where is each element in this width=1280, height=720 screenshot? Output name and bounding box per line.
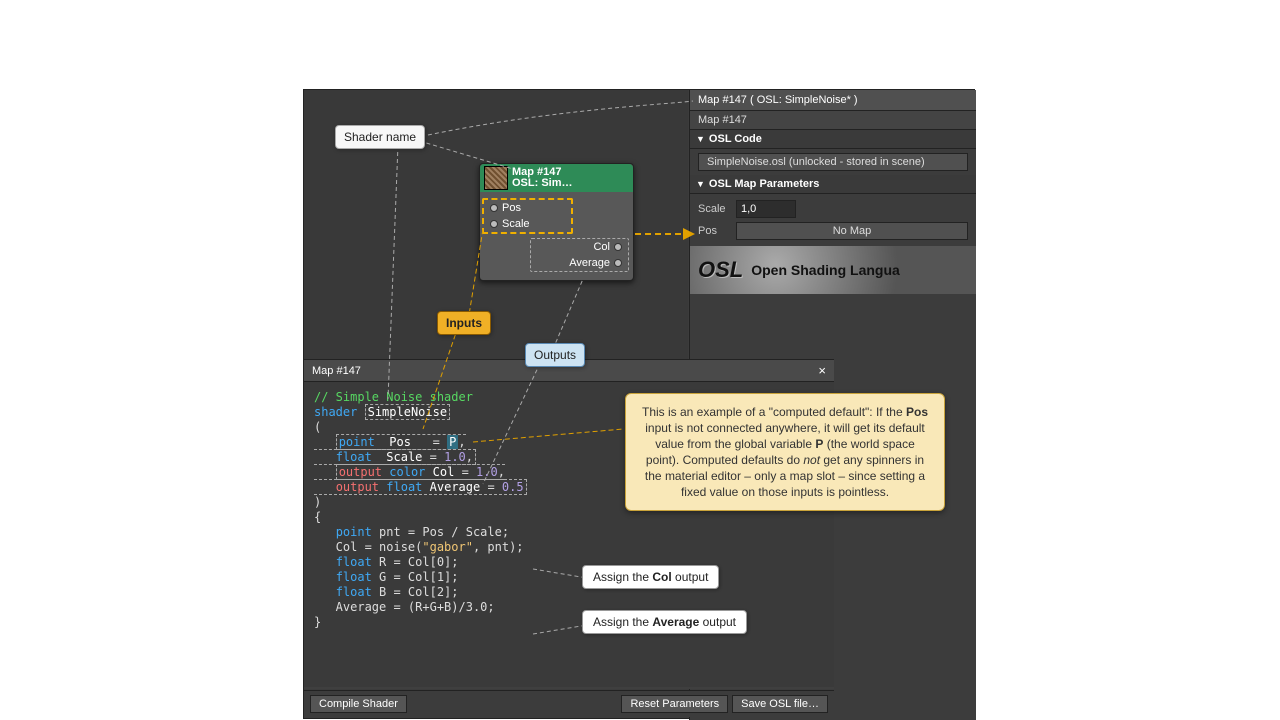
osl-file-field[interactable]: SimpleNoise.osl (unlocked - stored in sc… xyxy=(698,153,968,171)
input-label: Scale xyxy=(502,218,530,230)
param-pos-map-button[interactable]: No Map xyxy=(736,222,968,240)
output-label: Average xyxy=(569,257,610,269)
input-decl-block: point Pos = P, float Scale = 1.0, xyxy=(314,434,476,465)
close-icon[interactable]: × xyxy=(818,363,826,378)
port-socket-icon[interactable] xyxy=(614,259,622,267)
editor-title: Map #147 xyxy=(312,365,361,377)
port-socket-icon[interactable] xyxy=(614,243,622,251)
output-port-col[interactable]: Col xyxy=(531,239,628,255)
annotation-computed-default: This is an example of a "computed defaul… xyxy=(625,393,945,511)
panel-title: Map #147 ( OSL: SimpleNoise* ) xyxy=(690,90,976,111)
input-port-pos[interactable]: Pos xyxy=(484,200,571,216)
node-title-line2: OSL: Sim… xyxy=(512,178,573,189)
osl-logo-text: Open Shading Langua xyxy=(751,262,900,278)
panel-subtitle: Map #147 xyxy=(690,111,976,130)
input-port-scale[interactable]: Scale xyxy=(484,216,571,232)
port-socket-icon[interactable] xyxy=(490,220,498,228)
port-socket-icon[interactable] xyxy=(490,204,498,212)
output-label: Col xyxy=(593,241,610,253)
disclosure-icon: ▼ xyxy=(696,179,705,189)
save-osl-file-button[interactable]: Save OSL file… xyxy=(732,695,828,713)
param-scale-value[interactable]: 1,0 xyxy=(736,200,796,218)
node-header[interactable]: Map #147 OSL: Sim… xyxy=(480,164,633,192)
callout-shader-name: Shader name xyxy=(335,125,425,149)
callout-outputs: Outputs xyxy=(525,343,585,367)
node-outputs-group: Col Average xyxy=(530,238,629,272)
param-pos-label: Pos xyxy=(698,225,730,237)
shader-name-token: SimpleNoise xyxy=(365,404,450,420)
disclosure-icon: ▼ xyxy=(696,134,705,144)
editor-button-bar: Compile Shader Reset Parameters Save OSL… xyxy=(304,690,834,717)
p-highlight: P xyxy=(447,435,458,449)
osl-logo-mark: OSL xyxy=(698,257,743,283)
node-thumbnail xyxy=(484,166,508,190)
rollout-label: OSL Map Parameters xyxy=(709,178,819,190)
compile-shader-button[interactable]: Compile Shader xyxy=(310,695,407,713)
rollout-osl-code-header[interactable]: ▼ OSL Code xyxy=(690,130,976,149)
osl-map-node[interactable]: Map #147 OSL: Sim… Pos Scale xyxy=(479,163,634,281)
output-port-average[interactable]: Average xyxy=(531,255,628,271)
rollout-label: OSL Code xyxy=(709,133,762,145)
param-scale-label: Scale xyxy=(698,203,730,215)
node-inputs-group: Pos Scale xyxy=(482,198,573,234)
input-label: Pos xyxy=(502,202,521,214)
output-decl-block: output color Col = 1.0, output float Ave… xyxy=(314,464,527,495)
callout-assign-average: Assign the Average output xyxy=(582,610,747,634)
reset-parameters-button[interactable]: Reset Parameters xyxy=(621,695,728,713)
osl-logo-banner: OSL Open Shading Langua xyxy=(690,246,976,294)
callout-assign-col: Assign the Col output xyxy=(582,565,719,589)
callout-inputs: Inputs xyxy=(437,311,491,335)
rollout-osl-params-header[interactable]: ▼ OSL Map Parameters xyxy=(690,175,976,194)
